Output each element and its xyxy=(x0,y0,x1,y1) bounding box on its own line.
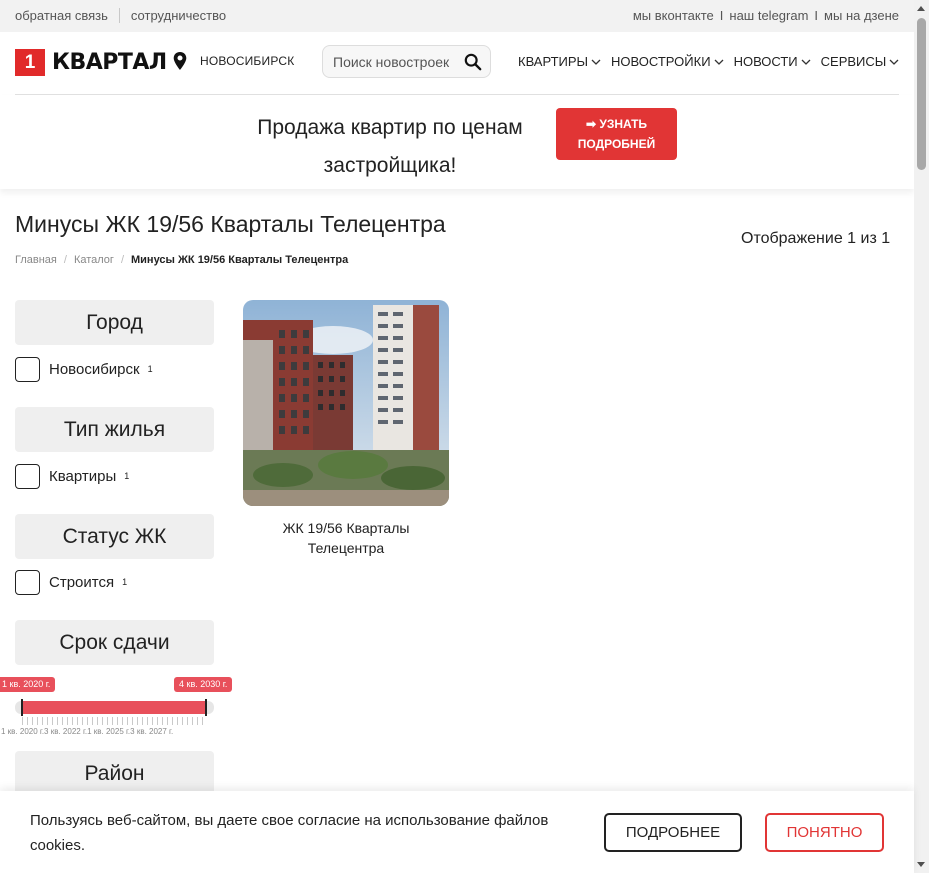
city-selector[interactable]: НОВОСИБИРСК xyxy=(172,52,294,70)
dzen-link[interactable]: мы на дзене xyxy=(824,8,899,23)
divider xyxy=(118,8,120,23)
range-handle-max[interactable] xyxy=(205,699,207,716)
cookie-accept-button[interactable]: ПОНЯТНО xyxy=(765,813,884,852)
cooperation-link[interactable]: сотрудничество xyxy=(131,8,226,23)
filter-option-novosibirsk[interactable]: Новосибирск 1 xyxy=(15,357,153,382)
chevron-down-icon xyxy=(889,59,899,65)
promo-text: Продажа квартир по ценам застройщика! xyxy=(257,116,523,177)
deadline-range-slider: 1 кв. 2020 г. 4 кв. 2030 г. 1 кв. 2020 г… xyxy=(0,677,240,737)
range-min-tag: 1 кв. 2020 г. xyxy=(0,677,56,692)
breadcrumb: Главная / Каталог / Минусы ЖК 19/56 Квар… xyxy=(15,254,348,266)
filter-option-apartments[interactable]: Квартиры 1 xyxy=(15,464,129,489)
nav-services[interactable]: СЕРВИСЫ xyxy=(821,54,900,69)
filter-city-header[interactable]: Город xyxy=(15,300,214,345)
chevron-down-icon xyxy=(714,59,724,65)
checkbox[interactable] xyxy=(15,464,40,489)
filter-district-header[interactable]: Район xyxy=(15,751,214,796)
promo-banner: Продажа квартир по ценам застройщика! ➡ … xyxy=(0,95,914,189)
location-pin-icon xyxy=(173,52,187,70)
building-photo[interactable] xyxy=(243,300,449,506)
main-nav: КВАРТИРЫ НОВОСТРОЙКИ НОВОСТИ СЕРВИСЫ xyxy=(518,54,909,69)
range-scale-labels: 1 кв. 2020 г.3 кв. 2022 г.1 кв. 2025 г.3… xyxy=(1,727,174,736)
learn-more-button[interactable]: ➡ УЗНАТЬ ПОДРОБНЕЙ xyxy=(556,108,677,160)
range-handle-min[interactable] xyxy=(21,699,23,716)
filter-deadline-header[interactable]: Срок сдачи xyxy=(15,620,214,665)
search-icon[interactable] xyxy=(464,53,482,71)
breadcrumb-home[interactable]: Главная xyxy=(15,254,57,266)
nav-new-buildings[interactable]: НОВОСТРОЙКИ xyxy=(611,54,724,69)
filter-option-label: Новосибирск xyxy=(49,361,140,378)
checkbox[interactable] xyxy=(15,570,40,595)
filter-option-label: Квартиры xyxy=(49,468,117,485)
range-fill xyxy=(22,701,206,714)
range-max-tag: 4 кв. 2030 г. xyxy=(174,677,233,692)
checkbox[interactable] xyxy=(15,357,40,382)
social-links: мы вконтакте I наш telegram I мы на дзен… xyxy=(633,8,899,23)
breadcrumb-catalog[interactable]: Каталог xyxy=(74,254,114,266)
logo-mark: 1 xyxy=(15,49,45,76)
cookie-consent-bar: Пользуясь веб-сайтом, вы даете свое согл… xyxy=(0,791,914,873)
scroll-up-arrow-icon[interactable] xyxy=(917,6,925,11)
listing-card[interactable]: ЖК 19/56 Кварталы Телецентра xyxy=(243,300,449,558)
cookie-more-button[interactable]: ПОДРОБНЕЕ xyxy=(604,813,742,852)
building-image xyxy=(243,300,449,506)
breadcrumb-separator: / xyxy=(120,254,124,266)
scroll-thumb[interactable] xyxy=(917,18,926,170)
range-ticks xyxy=(22,717,206,725)
search-input[interactable] xyxy=(333,53,463,70)
filter-option-label: Строится xyxy=(49,574,115,591)
link-separator: I xyxy=(719,8,724,23)
logo-word: КВАРТАЛ xyxy=(52,50,167,75)
scroll-down-arrow-icon[interactable] xyxy=(917,862,925,867)
telegram-link[interactable]: наш telegram xyxy=(729,8,808,23)
filter-option-count: 1 xyxy=(124,470,130,481)
search-box xyxy=(322,45,491,78)
listing-card-title[interactable]: ЖК 19/56 Кварталы Телецентра xyxy=(243,518,449,558)
breadcrumb-current: Минусы ЖК 19/56 Кварталы Телецентра xyxy=(131,254,349,266)
filter-type-header[interactable]: Тип жилья xyxy=(15,407,214,452)
nav-label: СЕРВИСЫ xyxy=(820,54,887,69)
top-utility-bar: обратная связь сотрудничество мы вконтак… xyxy=(0,0,914,32)
top-left-links: обратная связь сотрудничество xyxy=(15,8,226,23)
filter-option-under-construction[interactable]: Строится 1 xyxy=(15,570,127,595)
chevron-down-icon xyxy=(591,59,601,65)
site-logo[interactable]: 1 КВАРТАЛ xyxy=(15,49,167,76)
nav-label: НОВОСТИ xyxy=(733,54,798,69)
result-count: Отображение 1 из 1 xyxy=(741,230,891,247)
breadcrumb-separator: / xyxy=(63,254,67,266)
filter-option-count: 1 xyxy=(122,576,128,587)
nav-label: КВАРТИРЫ xyxy=(518,54,589,69)
site-header: 1 КВАРТАЛ НОВОСИБИРСК КВАРТИРЫ НОВОСТРОЙ… xyxy=(0,32,914,94)
city-name: НОВОСИБИРСК xyxy=(200,54,295,68)
scrollbar[interactable] xyxy=(914,0,929,873)
cookie-message: Пользуясь веб-сайтом, вы даете свое согл… xyxy=(30,812,549,854)
filter-status-header[interactable]: Статус ЖК xyxy=(15,514,214,559)
page-title: Минусы ЖК 19/56 Кварталы Телецентра xyxy=(15,211,446,237)
chevron-down-icon xyxy=(801,59,811,65)
feedback-link[interactable]: обратная связь xyxy=(15,8,108,23)
vk-link[interactable]: мы вконтакте xyxy=(633,8,714,23)
filter-option-count: 1 xyxy=(147,363,153,374)
link-separator: I xyxy=(814,8,819,23)
nav-news[interactable]: НОВОСТИ xyxy=(734,54,811,69)
nav-label: НОВОСТРОЙКИ xyxy=(611,54,711,69)
nav-apartments[interactable]: КВАРТИРЫ xyxy=(518,54,601,69)
